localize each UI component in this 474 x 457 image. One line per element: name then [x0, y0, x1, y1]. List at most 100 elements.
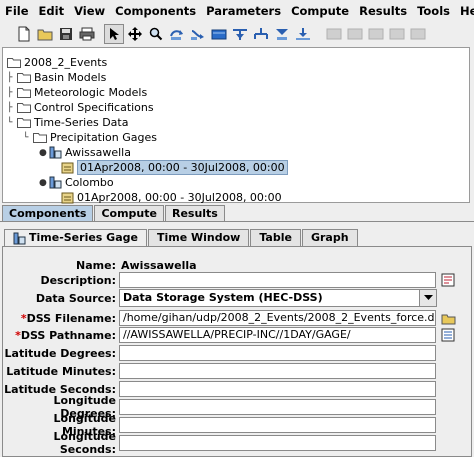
- folder-icon: [17, 73, 31, 83]
- gage-icon: [13, 232, 26, 244]
- tree-item-control-specifications[interactable]: ├ Control Specifications: [7, 100, 154, 115]
- source-tool-icon[interactable]: [272, 24, 292, 44]
- select-pathname-icon[interactable]: [440, 327, 456, 343]
- tree-item-colombo[interactable]: ● Colombo: [39, 175, 114, 190]
- disabled-tool-icon: [387, 24, 407, 44]
- tab-time-window[interactable]: Time Window: [147, 229, 250, 246]
- menu-parameters[interactable]: Parameters: [201, 0, 286, 22]
- disabled-tool-icon: [366, 24, 386, 44]
- menu-components[interactable]: Components: [110, 0, 201, 22]
- disabled-tool-icon: [324, 24, 344, 44]
- description-editor-icon[interactable]: [440, 272, 456, 288]
- save-icon[interactable]: [56, 24, 76, 44]
- dss-pathname-field[interactable]: //AWISSAWELLA/PRECIP-INC//1DAY/GAGE/: [119, 327, 436, 343]
- tree-item-label: Precipitation Gages: [50, 131, 157, 144]
- subbasin-tool-icon[interactable]: [167, 24, 187, 44]
- chevron-down-icon[interactable]: [419, 290, 436, 306]
- latitude-minutes-field[interactable]: [119, 363, 436, 379]
- longitude-seconds-label: Longitude Seconds:: [53, 430, 116, 456]
- open-folder-icon[interactable]: [35, 24, 55, 44]
- tree-item-label: Awissawella: [65, 146, 131, 159]
- tab-time-series-gage[interactable]: Time-Series Gage: [4, 229, 147, 246]
- longitude-degrees-field[interactable]: [119, 399, 436, 415]
- menu-edit[interactable]: Edit: [34, 0, 70, 22]
- dss-pathname-label: *DSS Pathname:: [15, 328, 116, 342]
- dss-pathname-row: *DSS Pathname: //AWISSAWELLA/PRECIP-INC/…: [0, 327, 474, 343]
- collapse-icon[interactable]: ●: [39, 148, 49, 158]
- tree-item-awissawella[interactable]: ● Awissawella: [39, 145, 131, 160]
- folder-icon: [17, 88, 31, 98]
- tree-item-label: 01Apr2008, 00:00 - 30Jul2008, 00:00: [77, 191, 282, 204]
- open-folder-icon[interactable]: [440, 310, 456, 326]
- gage-icon: [49, 176, 62, 189]
- pan-icon[interactable]: [125, 24, 145, 44]
- tree-item-label: Control Specifications: [34, 101, 154, 114]
- tree-root-label: 2008_2_Events: [24, 56, 108, 69]
- latitude-minutes-row: Latitude Minutes:: [0, 363, 474, 379]
- tree-item-basin-models[interactable]: ├ Basin Models: [7, 70, 106, 85]
- description-row: Description:: [0, 272, 474, 288]
- tree-item-label: Basin Models: [34, 71, 107, 84]
- latitude-seconds-field[interactable]: [119, 381, 436, 397]
- tree-item-colombo-window[interactable]: 01Apr2008, 00:00 - 30Jul2008, 00:00: [61, 190, 282, 205]
- reservoir-tool-icon[interactable]: [209, 24, 229, 44]
- tab-components[interactable]: Components: [2, 205, 94, 221]
- latitude-minutes-label: Latitude Minutes:: [6, 364, 116, 378]
- description-field[interactable]: [119, 272, 436, 288]
- tree-item-meteorologic-models[interactable]: ├ Meteorologic Models: [7, 85, 147, 100]
- latitude-degrees-row: Latitude Degrees:: [0, 345, 474, 361]
- longitude-minutes-field[interactable]: [119, 417, 436, 433]
- tree-root[interactable]: 2008_2_Events: [7, 55, 107, 70]
- sink-tool-icon[interactable]: [293, 24, 313, 44]
- tree-item-label: Time-Series Data: [34, 116, 129, 129]
- tree-item-label: Meteorologic Models: [34, 86, 148, 99]
- explorer-tabs: Components Compute Results: [2, 205, 226, 221]
- print-icon[interactable]: [77, 24, 97, 44]
- data-source-select[interactable]: Data Storage System (HEC-DSS): [119, 289, 437, 307]
- zoom-icon[interactable]: [146, 24, 166, 44]
- junction-tool-icon[interactable]: [230, 24, 250, 44]
- component-editor-tabs: Time-Series Gage Time Window Table Graph: [4, 229, 359, 246]
- select-arrow-icon[interactable]: [104, 24, 124, 44]
- disabled-tool-icon: [408, 24, 428, 44]
- toolbar: [0, 22, 474, 46]
- tab-compute[interactable]: Compute: [94, 205, 164, 221]
- collapse-icon[interactable]: ●: [39, 178, 49, 188]
- tree-item-awissawella-window[interactable]: 01Apr2008, 00:00 - 30Jul2008, 00:00: [61, 160, 288, 175]
- menu-bar: File Edit View Components Parameters Com…: [0, 0, 474, 22]
- tab-graph[interactable]: Graph: [301, 229, 358, 246]
- expand-icon[interactable]: ├: [7, 73, 17, 83]
- folder-icon: [17, 118, 31, 128]
- data-source-value: Data Storage System (HEC-DSS): [123, 291, 323, 304]
- menu-view[interactable]: View: [69, 0, 110, 22]
- disabled-tool-icon: [345, 24, 365, 44]
- menu-compute[interactable]: Compute: [286, 0, 354, 22]
- tab-table[interactable]: Table: [250, 229, 301, 246]
- description-label: Description:: [40, 273, 116, 287]
- diversion-tool-icon[interactable]: [251, 24, 271, 44]
- data-source-label: Data Source:: [35, 291, 116, 305]
- tab-results[interactable]: Results: [164, 205, 225, 221]
- tab-label: Time-Series Gage: [29, 231, 138, 244]
- collapse-icon[interactable]: └: [23, 133, 33, 143]
- tree-item-precipitation-gages[interactable]: └ Precipitation Gages: [23, 130, 157, 145]
- latitude-degrees-label: Latitude Degrees:: [4, 346, 116, 360]
- tree-item-time-series-data[interactable]: └ Time-Series Data: [7, 115, 128, 130]
- longitude-seconds-field[interactable]: [119, 435, 436, 451]
- reach-tool-icon[interactable]: [188, 24, 208, 44]
- dss-filename-label: *DSS Filename:: [20, 311, 116, 325]
- name-value: Awissawella: [121, 258, 197, 272]
- new-file-icon[interactable]: [14, 24, 34, 44]
- expand-icon[interactable]: ├: [7, 88, 17, 98]
- data-source-row: Data Source: Data Storage System (HEC-DS…: [0, 289, 474, 307]
- menu-tools[interactable]: Tools: [412, 0, 455, 22]
- menu-file[interactable]: File: [0, 0, 34, 22]
- gage-icon: [49, 146, 62, 159]
- tree-item-label: 01Apr2008, 00:00 - 30Jul2008, 00:00: [77, 160, 288, 175]
- collapse-icon[interactable]: └: [7, 118, 17, 128]
- latitude-degrees-field[interactable]: [119, 345, 436, 361]
- menu-results[interactable]: Results: [354, 0, 412, 22]
- dss-filename-field[interactable]: /home/gihan/udp/2008_2_Events/2008_2_Eve…: [119, 310, 436, 326]
- menu-help[interactable]: Help: [455, 0, 474, 22]
- expand-icon[interactable]: ├: [7, 103, 17, 113]
